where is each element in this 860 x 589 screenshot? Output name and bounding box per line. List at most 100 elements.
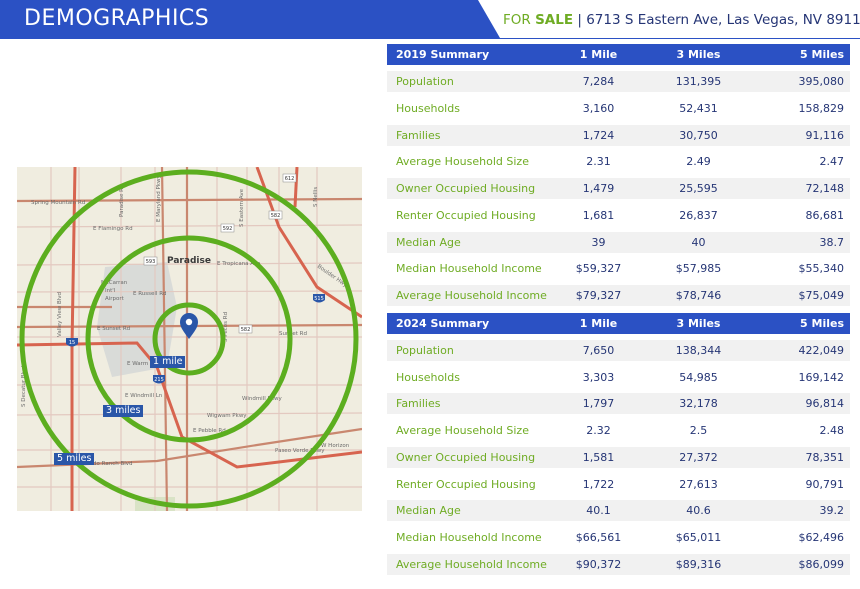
cell-5-miles: 2.47: [819, 155, 845, 168]
cell-3-miles: 26,837: [679, 209, 718, 222]
cell-1-mile: 2.31: [586, 155, 611, 168]
cell-3-miles: 138,344: [675, 344, 722, 357]
sale-label: SALE: [535, 12, 574, 28]
cell-5-miles: 422,049: [798, 344, 845, 357]
cell-3-miles: 40.6: [686, 504, 711, 517]
shield-612: 612: [282, 173, 297, 183]
svg-text:612: 612: [285, 176, 295, 182]
row-label: Average Household Income: [396, 558, 547, 571]
cell-1-mile: $90,372: [575, 558, 622, 571]
table-header-cell: 3 Miles: [676, 48, 721, 61]
row-label: Average Household Income: [396, 289, 547, 302]
svg-text:Sunset Rd: Sunset Rd: [279, 331, 307, 337]
svg-text:582: 582: [241, 327, 251, 333]
cell-1-mile: 1,724: [582, 129, 615, 142]
cell-3-miles: $78,746: [675, 289, 722, 302]
cell-3-miles: 2.49: [686, 155, 711, 168]
svg-text:592: 592: [223, 226, 233, 232]
table-header-cell: 5 Miles: [800, 317, 844, 330]
shield-592: 592: [220, 223, 235, 233]
cell-1-mile: 1,681: [582, 209, 615, 222]
cell-3-miles: $89,316: [675, 558, 722, 571]
cell-1-mile: 3,303: [582, 371, 615, 384]
cell-1-mile: $59,327: [575, 262, 622, 275]
cell-5-miles: 72,148: [805, 182, 845, 195]
table-header-cell: 1 Mile: [579, 48, 618, 61]
table-header-cell: 1 Mile: [579, 317, 618, 330]
svg-text:Wigwam Pkwy: Wigwam Pkwy: [207, 413, 247, 419]
row-label: Renter Occupied Housing: [396, 209, 536, 222]
row-label: Families: [396, 397, 441, 410]
cell-3-miles: 52,431: [679, 102, 718, 115]
table-row: Median Household Income $66,561 $65,011 …: [387, 527, 850, 548]
cell-5-miles: 91,116: [805, 129, 845, 142]
cell-5-miles: 96,814: [805, 397, 845, 410]
table-row: Median Age 39 40 38.7: [387, 232, 850, 253]
table-row: Families 1,797 32,178 96,814: [387, 393, 850, 414]
row-label: Population: [396, 344, 454, 357]
cell-5-miles: 395,080: [798, 75, 845, 88]
svg-text:E Maryland Pkwy: E Maryland Pkwy: [156, 175, 162, 222]
table-header-cell: 3 Miles: [676, 317, 721, 330]
svg-text:215: 215: [154, 377, 164, 383]
shield-582: 582: [268, 210, 283, 220]
cell-3-miles: $65,011: [675, 531, 722, 544]
cell-3-miles: 40: [691, 236, 706, 249]
property-address-line: FOR SALE | 6713 S Eastern Ave, Las Vegas…: [503, 12, 860, 28]
svg-text:Valley View Blvd: Valley View Blvd: [57, 292, 63, 337]
table-header-2019: 2019 Summary 1 Mile 3 Miles 5 Miles: [387, 44, 850, 65]
for-label: FOR: [503, 12, 531, 28]
svg-text:Airport: Airport: [105, 296, 125, 302]
shield-582-b: 582: [238, 324, 253, 334]
cell-3-miles: 25,595: [679, 182, 718, 195]
row-label: Median Household Income: [396, 262, 542, 275]
cell-1-mile: 7,650: [582, 344, 615, 357]
cell-5-miles: 38.7: [819, 236, 845, 249]
table-row: Renter Occupied Housing 1,722 27,613 90,…: [387, 474, 850, 495]
row-label: Households: [396, 371, 460, 384]
svg-text:W Horizon: W Horizon: [321, 443, 350, 449]
cell-1-mile: 1,797: [582, 397, 615, 410]
cell-3-miles: 27,372: [679, 451, 718, 464]
svg-text:515: 515: [314, 296, 324, 302]
address-text: | 6713 S Eastern Ave, Las Vegas, NV 8911…: [577, 12, 860, 28]
svg-text:15: 15: [69, 340, 75, 346]
table-row: Median Household Income $59,327 $57,985 …: [387, 258, 850, 279]
table-row: Owner Occupied Housing 1,581 27,372 78,3…: [387, 447, 850, 468]
cell-1-mile: 1,479: [582, 182, 615, 195]
header-rule: [0, 38, 860, 39]
radius-label-1-mile: 1 mile: [150, 356, 186, 368]
cell-5-miles: $86,099: [798, 558, 845, 571]
cell-1-mile: $79,327: [575, 289, 622, 302]
page-title: DEMOGRAPHICS: [24, 6, 210, 31]
svg-text:E Flamingo Rd: E Flamingo Rd: [93, 226, 133, 232]
radius-label-5-miles: 5 miles: [54, 453, 95, 465]
row-label: Owner Occupied Housing: [396, 182, 536, 195]
radius-map: Spring Mountain Rd E Flamingo Rd E Tropi…: [17, 167, 362, 511]
cell-1-mile: 39: [591, 236, 606, 249]
cell-1-mile: 40.1: [586, 504, 611, 517]
row-label: Renter Occupied Housing: [396, 478, 536, 491]
cell-3-miles: 27,613: [679, 478, 718, 491]
row-label: Median Age: [396, 504, 461, 517]
cell-5-miles: $75,049: [798, 289, 845, 302]
row-label: Families: [396, 129, 441, 142]
table-header-2024: 2024 Summary 1 Mile 3 Miles 5 Miles: [387, 313, 850, 334]
row-label: Owner Occupied Housing: [396, 451, 536, 464]
row-label: Median Age: [396, 236, 461, 249]
cell-5-miles: 78,351: [805, 451, 845, 464]
table-row: Renter Occupied Housing 1,681 26,837 86,…: [387, 205, 850, 226]
cell-1-mile: $66,561: [575, 531, 622, 544]
svg-text:582: 582: [271, 213, 281, 219]
cell-5-miles: 2.48: [819, 424, 845, 437]
table-header-cell: 2024 Summary: [396, 317, 490, 330]
cell-1-mile: 3,160: [582, 102, 615, 115]
shield-593: 593: [143, 256, 158, 266]
cell-1-mile: 1,722: [582, 478, 615, 491]
cell-3-miles: 32,178: [679, 397, 718, 410]
table-row: Households 3,303 54,985 169,142: [387, 367, 850, 388]
table-header-cell: 2019 Summary: [396, 48, 490, 61]
header-slant: [478, 0, 500, 38]
svg-text:Spring Mountain Rd: Spring Mountain Rd: [31, 200, 85, 206]
svg-text:593: 593: [146, 259, 156, 265]
